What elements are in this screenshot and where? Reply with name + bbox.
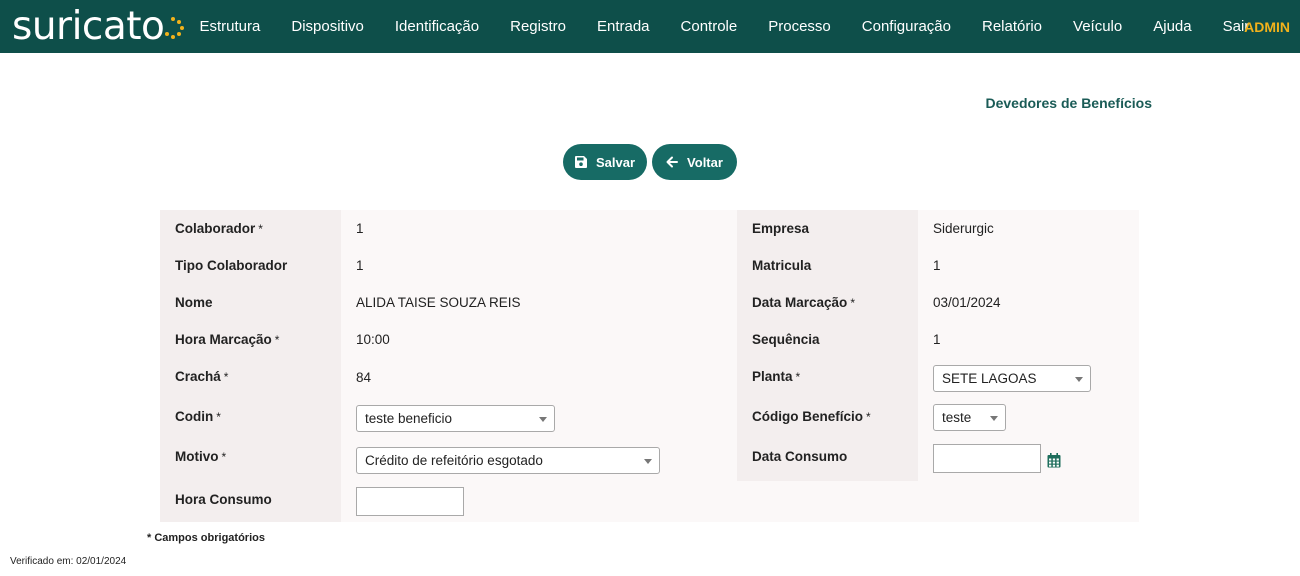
- tipo-colaborador-value: 1: [356, 258, 364, 273]
- main-menu: Estrutura Dispositivo Identificação Regi…: [184, 0, 1265, 53]
- codin-label: Codin *: [175, 409, 221, 424]
- required-mark: *: [795, 370, 801, 384]
- top-navbar: suricato Estrutura Dispositivo Identific…: [0, 0, 1300, 53]
- menu-item-controle[interactable]: Controle: [665, 18, 753, 35]
- arrow-left-icon: [666, 156, 679, 168]
- nome-value: ALIDA TAISE SOUZA REIS: [356, 295, 521, 310]
- suricato-logo[interactable]: suricato: [12, 3, 185, 49]
- empresa-label: Empresa: [752, 221, 810, 236]
- sequencia-value: 1: [933, 332, 941, 347]
- save-button[interactable]: Salvar: [563, 144, 647, 180]
- calendar-icon[interactable]: [1047, 453, 1061, 468]
- motivo-select[interactable]: Crédito de refeitório esgotado: [356, 447, 660, 474]
- page-title: Devedores de Benefícios: [985, 95, 1152, 111]
- required-mark: *: [258, 222, 263, 236]
- chevron-down-icon: [990, 416, 998, 421]
- hora-consumo-input[interactable]: [356, 487, 464, 516]
- nome-label: Nome: [175, 295, 213, 310]
- hora-marcacao-label: Hora Marcação *: [175, 332, 280, 347]
- menu-item-configuracao[interactable]: Configuração: [846, 18, 966, 35]
- logo-dots-icon: [162, 17, 185, 39]
- required-mark: *: [221, 450, 227, 464]
- floppy-disk-icon: [574, 156, 587, 168]
- colaborador-value: 1: [356, 221, 364, 236]
- menu-item-entrada[interactable]: Entrada: [581, 18, 665, 35]
- hora-marcacao-value: 10:00: [356, 332, 390, 347]
- verified-date: Verificado em: 02/01/2024: [10, 556, 127, 567]
- data-marcacao-value: 03/01/2024: [933, 295, 1001, 310]
- required-mark: *: [850, 296, 855, 310]
- matricula-value: 1: [933, 258, 941, 273]
- required-mark: *: [274, 333, 280, 347]
- codigo-beneficio-label: Código Benefício *: [752, 409, 871, 424]
- required-mark: *: [866, 410, 871, 424]
- menu-item-identificacao[interactable]: Identificação: [379, 18, 494, 35]
- empresa-value: Siderurgic: [933, 221, 994, 236]
- cracha-value: 84: [356, 370, 372, 385]
- chevron-down-icon: [644, 459, 652, 464]
- codigo-beneficio-select[interactable]: teste: [933, 404, 1006, 431]
- user-name[interactable]: ADMIN: [1244, 0, 1290, 53]
- sequencia-label: Sequência: [752, 332, 820, 347]
- left-label-column: [160, 210, 341, 522]
- required-mark: *: [223, 370, 229, 384]
- back-button-label: Voltar: [687, 154, 723, 170]
- menu-item-relatorio[interactable]: Relatório: [967, 18, 1058, 35]
- chevron-down-icon: [1075, 377, 1083, 382]
- menu-item-estrutura[interactable]: Estrutura: [184, 18, 276, 35]
- planta-label: Planta *: [752, 369, 801, 384]
- cracha-label: Crachá *: [175, 369, 229, 384]
- required-fields-note: * Campos obrigatórios: [147, 532, 265, 544]
- menu-item-dispositivo[interactable]: Dispositivo: [276, 18, 380, 35]
- data-consumo-input[interactable]: [933, 444, 1041, 473]
- matricula-label: Matricula: [752, 258, 812, 273]
- motivo-label: Motivo *: [175, 449, 227, 464]
- planta-select[interactable]: SETE LAGOAS: [933, 365, 1091, 392]
- chevron-down-icon: [539, 417, 547, 422]
- codin-select[interactable]: teste beneficio: [356, 405, 555, 432]
- required-mark: *: [216, 410, 221, 424]
- back-button[interactable]: Voltar: [652, 144, 737, 180]
- menu-item-registro[interactable]: Registro: [495, 18, 582, 35]
- colaborador-label: Colaborador *: [175, 221, 263, 236]
- menu-item-processo[interactable]: Processo: [753, 18, 847, 35]
- data-marcacao-label: Data Marcação *: [752, 295, 855, 310]
- menu-item-veiculo[interactable]: Veículo: [1058, 18, 1138, 35]
- logo-text: suricato: [12, 3, 165, 49]
- codigo-beneficio-selected-value: teste: [942, 410, 972, 425]
- codin-selected-value: teste beneficio: [365, 411, 453, 426]
- save-button-label: Salvar: [595, 154, 636, 170]
- planta-selected-value: SETE LAGOAS: [942, 371, 1037, 386]
- tipo-colaborador-label: Tipo Colaborador: [175, 258, 288, 273]
- motivo-selected-value: Crédito de refeitório esgotado: [365, 453, 543, 468]
- data-consumo-label: Data Consumo: [752, 449, 848, 464]
- menu-item-ajuda[interactable]: Ajuda: [1138, 18, 1207, 35]
- hora-consumo-label: Hora Consumo: [175, 492, 272, 507]
